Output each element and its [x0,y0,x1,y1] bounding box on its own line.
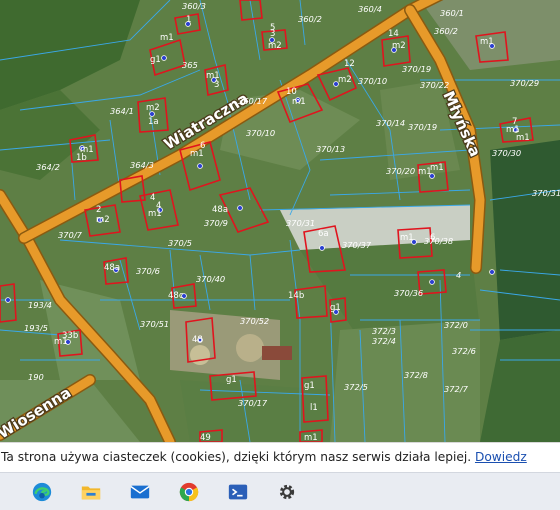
parcel-number-label: 370/13 [316,144,345,154]
parcel-number-label: 370/22 [420,80,449,90]
parcel-number-label: 370/29 [510,78,539,88]
parcel-number-label: 372/5 [344,382,368,392]
building-label: 14 [388,29,399,39]
cookie-notice-text: Ta strona używa ciasteczek (cookies), dz… [1,450,472,464]
parcel-number-label: 370/36 [394,288,423,298]
parcel-number-label: 360/3 [182,1,206,11]
building-label: 6 [200,141,205,151]
parcel-number-label: 370/30 [492,148,521,158]
building-label: g1 [330,303,341,313]
building-label: m1 [400,233,414,243]
building-label: m1 [480,37,494,47]
parcel-number-label: 370/5 [168,238,192,248]
parcel-number-label: 370/14 [376,118,405,128]
cookie-learn-more-link[interactable]: Dowiedz [475,450,527,464]
parcel-number-label: 370/20 [386,166,415,176]
building-label: 49 [200,433,211,442]
building-label: 5 [270,23,275,33]
building-label: 6a [318,229,329,239]
parcel-number-label: 370/10 [358,76,387,86]
building-label: 4 [150,193,155,203]
chrome-icon[interactable] [175,478,203,506]
building-label: m1 [54,337,68,347]
edge-browser-icon[interactable] [28,478,56,506]
settings-gear-icon[interactable] [273,478,301,506]
parcel-number-label: 193/4 [28,300,52,310]
parcel-number-label: 370/52 [240,316,269,326]
building-label: m1 [292,97,306,107]
parcel-number-label: 190 [28,372,44,382]
parcel-number-label: 370/40 [196,274,225,284]
parcel-number-label: 370/19 [408,122,437,132]
parcel-number-label: 370/37 [342,240,372,250]
building-label: 14b [288,291,304,301]
parcel-number-label: 370/10 [246,128,275,138]
building-label: m2 [338,75,352,85]
building-label: g1 [150,55,161,65]
building-label: 12 [344,59,355,69]
parcel-number-label: 370/17 [238,398,268,408]
powershell-icon[interactable] [224,478,252,506]
parcel-number-label: 370/38 [424,236,453,246]
mail-icon[interactable] [126,478,154,506]
building-label: 48 [192,335,203,345]
parcel-number-label: 372/8 [404,370,428,380]
building-label: m2 [96,215,110,225]
parcel-number-label: 370/19 [402,64,431,74]
file-explorer-icon[interactable] [77,478,105,506]
building-label: 3 [214,80,219,90]
parcel-number-label: 4 [456,270,461,280]
parcel-number-label: 360/4 [358,4,382,14]
building-label: m2 [268,41,282,51]
building-label: l1 [310,403,318,413]
parcel-number-label: 370/31 [286,218,315,228]
parcel-number-label: 360/2 [434,26,458,36]
parcel-number-label: 372/7 [444,384,469,394]
parcel-number-label: 370/31 [532,188,560,198]
parcel-number-label: 372/3 [372,326,396,336]
cookie-notice: Ta strona używa ciasteczek (cookies), dz… [0,442,560,472]
building-label: m2 [146,103,160,113]
parcel-number-label: 364/2 [36,162,60,172]
building-label: m1 [80,145,94,155]
windows-taskbar [0,472,560,510]
parcel-number-label: 370/7 [58,230,83,240]
building-label: m1 [430,163,444,173]
building-label: 1 [186,15,191,25]
cadastral-map[interactable]: Wiatraczna Młyńska Wiosenna m1g11m1312m2… [0,0,560,442]
building-label: m1 [304,433,318,442]
parcel-number-label: 364/1 [110,106,134,116]
building-label: 1a [148,117,159,127]
parcel-number-label: 360/1 [440,8,464,18]
building-label: g1 [226,375,237,385]
parcel-number-label: 364/3 [130,160,154,170]
parcel-number-label: 360/17 [238,96,268,106]
parcel-number-label: 365 [182,60,198,70]
building-label: m1 [160,33,174,43]
building-label: 48c [168,291,184,301]
parcel-number-label: 372/6 [452,346,476,356]
building-label: m2 [392,41,406,51]
parcel-number-label: 360/2 [298,14,322,24]
building-label: 2 [96,205,101,215]
building-label: 48a [212,205,228,215]
parcel-number-label: 370/51 [140,319,169,329]
building-label: m1 [148,209,162,219]
parcel-number-label: 372/0 [444,320,468,330]
building-label: 7 [512,117,517,127]
parcel-number-label: 370/6 [136,266,160,276]
parcel-number-label: 193/5 [24,323,48,333]
building-label: m1 [516,133,530,143]
building-label: g1 [304,381,315,391]
parcel-number-label: 372/4 [372,336,396,346]
building-label: 48a [104,263,120,273]
parcel-number-label: 370/9 [204,218,228,228]
building-label: 10 [286,87,297,97]
